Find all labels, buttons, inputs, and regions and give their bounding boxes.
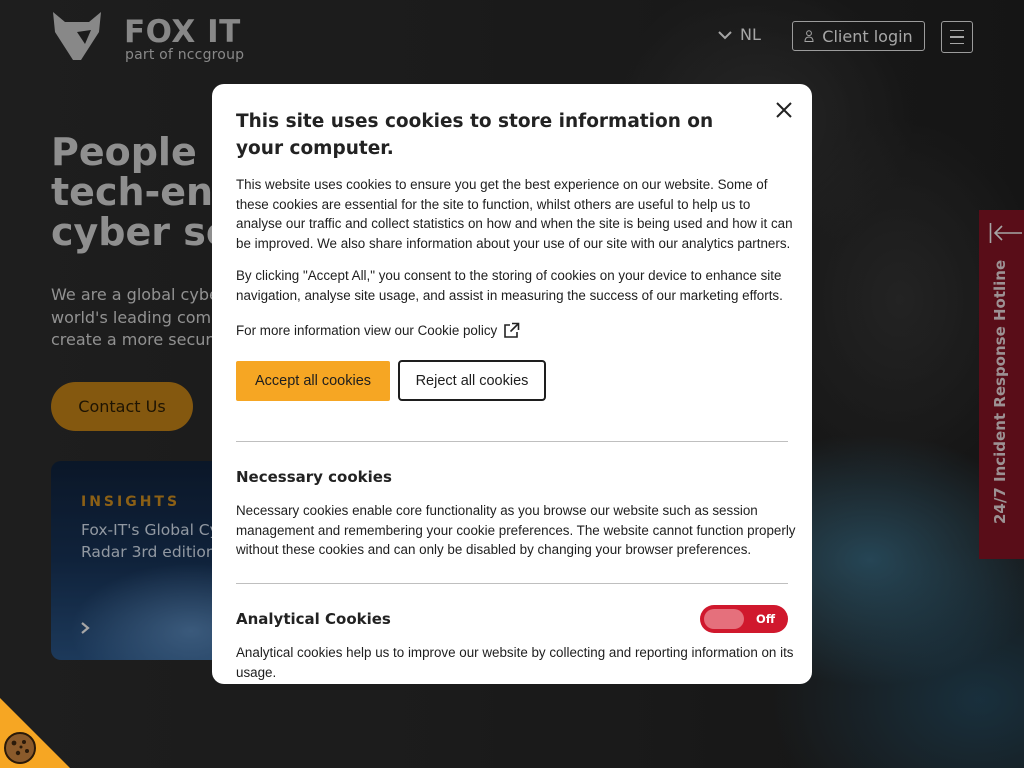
necessary-cookies-description: Necessary cookies enable core functional… bbox=[236, 503, 796, 557]
external-link-icon bbox=[504, 322, 520, 338]
toggle-knob bbox=[704, 609, 744, 629]
cookie-consent-paragraph: By clicking "Accept All," you consent to… bbox=[236, 268, 783, 303]
toggle-state-label: Off bbox=[756, 612, 776, 626]
cookie-icon bbox=[4, 732, 36, 764]
section-divider bbox=[236, 583, 788, 584]
section-divider bbox=[236, 441, 788, 442]
cookie-dialog-title: This site uses cookies to store informat… bbox=[236, 111, 714, 159]
cookie-intro-paragraph: This website uses cookies to ensure you … bbox=[236, 177, 793, 251]
cookie-consent-dialog: This site uses cookies to store informat… bbox=[212, 84, 812, 684]
analytical-cookies-toggle[interactable]: Off bbox=[700, 605, 788, 633]
accept-all-cookies-button[interactable]: Accept all cookies bbox=[236, 361, 390, 401]
cookie-policy-text: For more information view our Cookie pol… bbox=[236, 323, 498, 338]
close-icon[interactable] bbox=[774, 100, 794, 120]
cookie-settings-button[interactable] bbox=[0, 698, 70, 768]
necessary-cookies-title: Necessary cookies bbox=[236, 468, 392, 486]
reject-all-cookies-button[interactable]: Reject all cookies bbox=[398, 360, 546, 401]
cookie-policy-link[interactable]: For more information view our Cookie pol… bbox=[236, 322, 520, 339]
analytical-cookies-description: Analytical cookies help us to improve ou… bbox=[236, 645, 794, 680]
analytical-cookies-title: Analytical Cookies bbox=[236, 610, 391, 628]
